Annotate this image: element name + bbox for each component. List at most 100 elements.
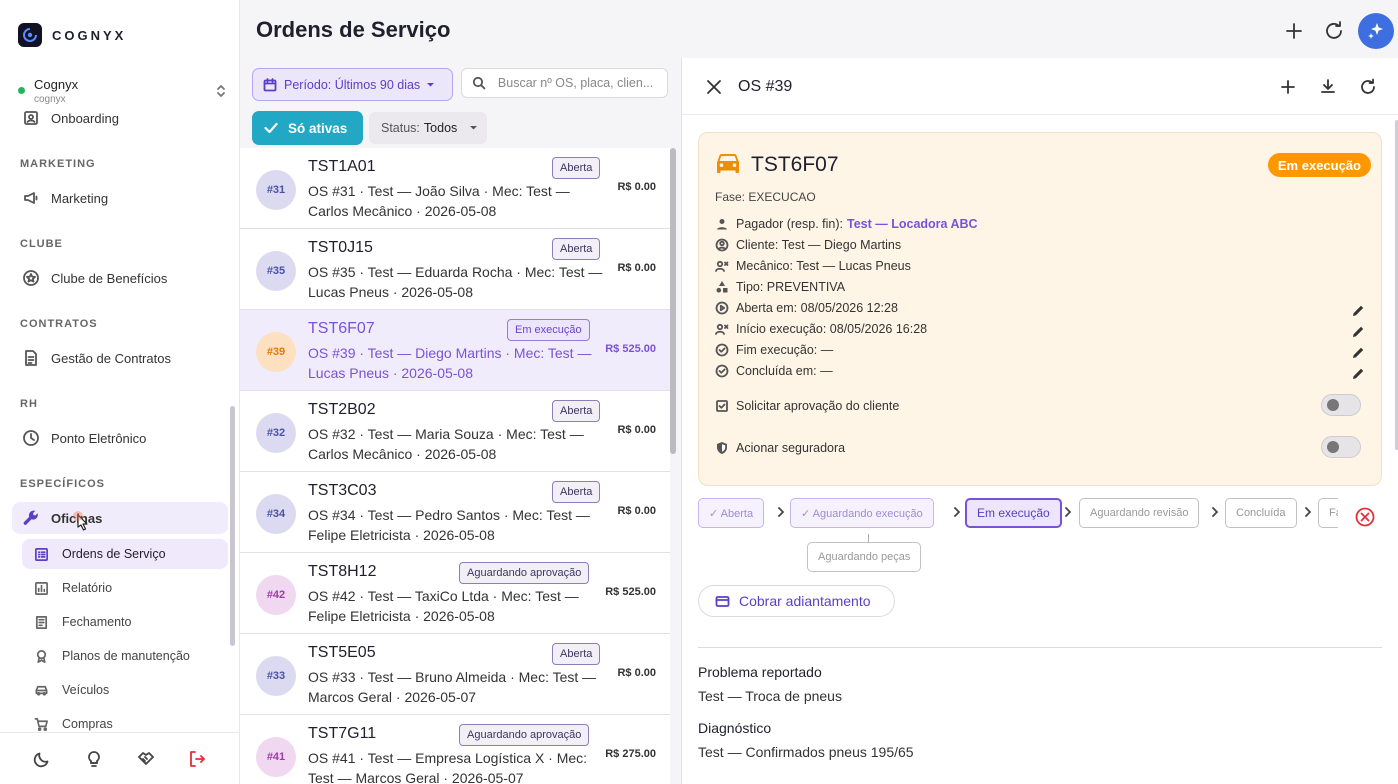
download-icon[interactable] [1318, 77, 1338, 97]
status-badge: Em execução [1267, 153, 1371, 177]
order-row[interactable]: #33 TST5E05 Aberta OS #33 · Test — Bruno… [240, 634, 670, 715]
status-badge: Aberta [552, 481, 601, 503]
approval-toggle[interactable] [1321, 394, 1361, 416]
sidebar-item-relatorio[interactable]: Relatório [22, 573, 228, 603]
order-number-avatar: #42 [256, 575, 296, 615]
order-price: R$ 0.00 [617, 424, 656, 436]
payer-row: Pagador (resp. fin): Test — Locadora ABC [715, 215, 978, 233]
step-aberta[interactable]: ✓ Aberta [698, 498, 765, 528]
end-text: Fim execução: — [736, 343, 834, 357]
sidebar-item-label: Ordens de Serviço [62, 547, 166, 561]
moon-icon[interactable] [32, 749, 52, 769]
status-filter-value: Todos [423, 121, 458, 135]
sidebar-item-ordens[interactable]: Ordens de Serviço [22, 539, 228, 569]
vehicle-plate: TST6F07 [751, 153, 839, 176]
sidebar-item-clube[interactable]: Clube de Benefícios [12, 262, 228, 294]
edit-pencil-icon[interactable] [1352, 304, 1365, 317]
order-row[interactable]: #31 TST1A01 Aberta OS #31 · Test — João … [240, 148, 670, 229]
step-aguardando-pecas[interactable]: Aguardando peças [807, 542, 922, 572]
period-filter-button[interactable]: Período: Últimos 90 dias [252, 68, 453, 101]
sidebar-item-marketing[interactable]: Marketing [12, 182, 228, 214]
type-text: Tipo: PREVENTIVA [736, 280, 846, 294]
divider [698, 647, 1382, 648]
org-name: Cognyx [34, 77, 79, 92]
payer-link[interactable]: Test — Locadora ABC [847, 217, 978, 231]
cancel-circle-icon[interactable] [1354, 506, 1376, 528]
ai-assistant-button[interactable] [1358, 13, 1394, 49]
shield-icon [717, 442, 727, 454]
order-description: OS #34 · Test — Pedro Santos · Mec: Test… [308, 507, 590, 543]
sidebar-item-label: Veículos [62, 683, 110, 697]
step-aguardando-revisao[interactable]: Aguardando revisão [1079, 498, 1200, 528]
detail-title: OS #39 [738, 78, 793, 95]
step-aguardando-execucao[interactable]: ✓ Aguardando execução [790, 498, 934, 528]
order-row[interactable]: #32 TST2B02 Aberta OS #32 · Test — Maria… [240, 391, 670, 472]
order-number-avatar: #31 [256, 170, 296, 210]
order-row-selected[interactable]: #39 TST6F07 Em execução OS #39 · Test — … [240, 310, 670, 391]
charge-advance-button[interactable]: Cobrar adiantamento [698, 585, 895, 617]
cart-icon [34, 717, 48, 731]
mechanic-icon [715, 260, 729, 272]
sidebar-item-label: Gestão de Contratos [51, 350, 171, 366]
order-row[interactable]: #34 TST3C03 Aberta OS #34 · Test — Pedro… [240, 472, 670, 553]
sidebar-item-ponto[interactable]: Ponto Eletrônico [12, 422, 228, 454]
edit-pencil-icon[interactable] [1352, 325, 1365, 338]
step-faturada[interactable]: Fa [1318, 498, 1338, 528]
insurance-label: Acionar seguradora [736, 441, 846, 455]
section-rh: RH [20, 398, 38, 410]
sidebar-item-contratos[interactable]: Gestão de Contratos [12, 342, 228, 374]
sidebar-item-veiculos[interactable]: Veículos [22, 675, 228, 705]
online-status-dot [18, 87, 25, 94]
start-text: Início execução: 08/05/2026 16:28 [736, 322, 928, 336]
add-icon[interactable] [1278, 77, 1298, 97]
order-price: R$ 525.00 [605, 586, 656, 598]
step-concluida[interactable]: Concluída [1225, 498, 1297, 528]
order-number-avatar: #32 [256, 413, 296, 453]
status-filter-button[interactable]: Status: Todos [369, 112, 487, 144]
order-description: OS #35 · Test — Eduarda Rocha · Mec: Tes… [308, 264, 603, 300]
sidebar-item-planos[interactable]: Planos de manutenção [22, 641, 228, 671]
opened-text: Aberta em: 08/05/2026 12:28 [736, 301, 898, 315]
brand[interactable]: COGNYX [18, 23, 126, 47]
sidebar-scrollbar[interactable] [230, 406, 235, 646]
step-em-execucao[interactable]: Em execução [965, 498, 1062, 528]
order-row[interactable]: #42 TST8H12 Aguardando aprovação OS #42 … [240, 553, 670, 634]
order-plate: TST5E05 [308, 644, 376, 661]
edit-pencil-icon[interactable] [1352, 367, 1365, 380]
sidebar-item-onboarding[interactable]: Onboarding [12, 108, 228, 134]
order-row[interactable]: #41 TST7G11 Aguardando aprovação OS #41 … [240, 715, 670, 784]
search-input[interactable] [497, 76, 667, 90]
insurance-toggle[interactable] [1321, 436, 1361, 458]
check-circle-icon [715, 343, 729, 357]
org-switcher[interactable]: Cognyx cognyx [18, 76, 228, 108]
status-badge: Aberta [552, 238, 601, 260]
refresh-icon[interactable] [1322, 19, 1346, 43]
handshake-icon[interactable] [136, 749, 156, 769]
refresh-icon[interactable] [1358, 77, 1378, 97]
sidebar-item-oficinas[interactable]: Oficinas [12, 502, 228, 534]
sidebar-item-fechamento[interactable]: Fechamento [22, 607, 228, 637]
order-plate: TST2B02 [308, 401, 376, 418]
list-scrollbar[interactable] [670, 148, 676, 454]
order-description: OS #42 · Test — TaxiCo Ltda · Mec: Test … [308, 588, 579, 624]
star-circle-icon [23, 270, 39, 286]
close-icon[interactable] [704, 77, 724, 97]
logout-icon[interactable] [187, 749, 207, 769]
status-filter-label: Status: [381, 121, 420, 135]
search-box[interactable] [461, 68, 668, 98]
chevron-right-icon [1212, 507, 1218, 517]
order-description: OS #32 · Test — Maria Souza · Mec: Test … [308, 426, 584, 462]
status-badge: Aberta [552, 400, 601, 422]
sidebar-item-label: Planos de manutenção [62, 649, 190, 663]
order-row[interactable]: #35 TST0J15 Aberta OS #35 · Test — Eduar… [240, 229, 670, 310]
end-row: Fim execução: — [715, 341, 833, 359]
sidebar-item-compras[interactable]: Compras [22, 709, 228, 732]
status-badge: Aguardando aprovação [459, 724, 590, 746]
order-price: R$ 275.00 [605, 748, 656, 760]
add-icon[interactable] [1282, 19, 1306, 43]
only-active-toggle[interactable]: Só ativas [252, 111, 363, 145]
edit-pencil-icon[interactable] [1352, 346, 1365, 359]
calendar-icon [263, 77, 277, 91]
approval-row: Solicitar aprovação do cliente [715, 397, 899, 415]
lightbulb-icon[interactable] [84, 749, 104, 769]
